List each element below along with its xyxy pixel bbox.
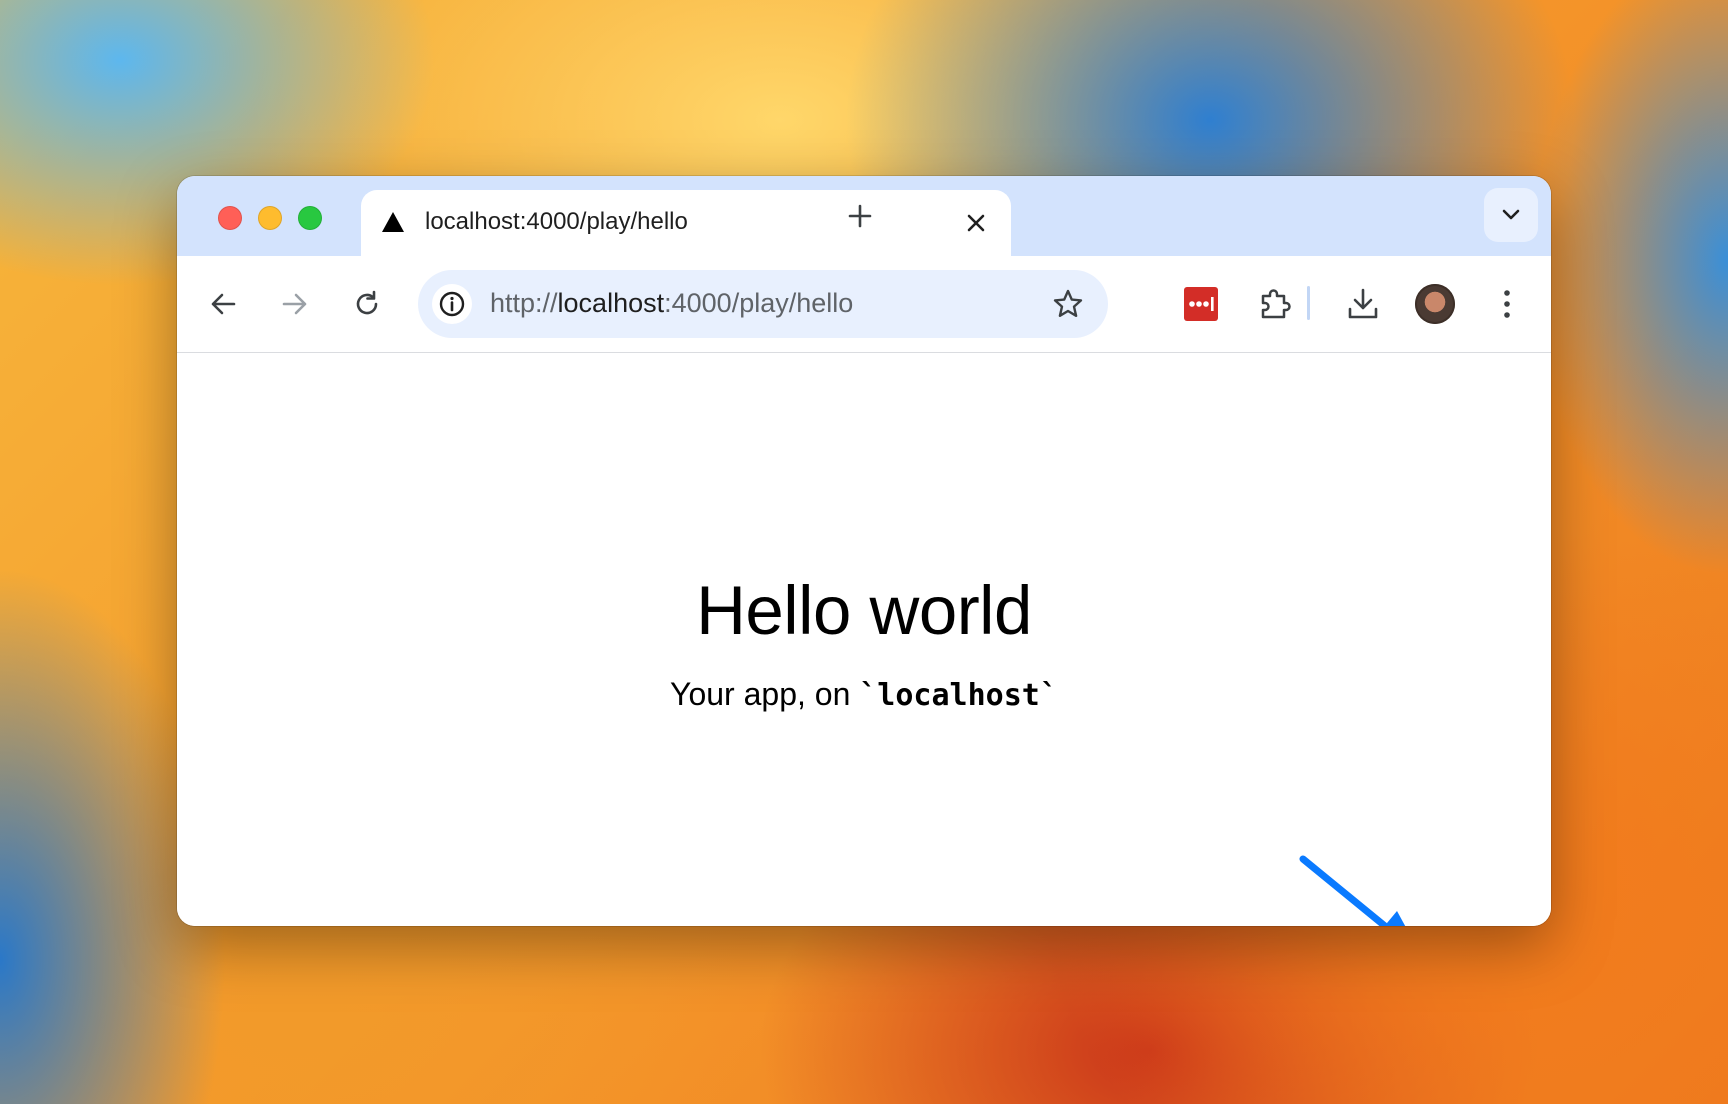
menu-button[interactable] — [1483, 280, 1531, 328]
tab-close-button[interactable] — [957, 204, 995, 242]
tab-search-button[interactable] — [1484, 188, 1538, 242]
bookmark-button[interactable] — [1048, 284, 1088, 324]
tab-strip: localhost:4000/play/hello — [177, 176, 1551, 256]
pointer-arrow-icon — [1299, 855, 1406, 926]
url-path: :4000/play/hello — [664, 288, 854, 318]
subtitle-text: Your app, on — [670, 676, 860, 712]
chevron-down-icon — [1502, 209, 1520, 220]
subtitle-code: `localhost` — [859, 678, 1058, 713]
toolbar-separator — [1307, 286, 1310, 320]
lastpass-icon — [1184, 287, 1218, 321]
forward-button[interactable] — [271, 280, 319, 328]
page-subtitle: Your app, on `localhost` — [177, 676, 1551, 713]
window-minimize-button[interactable] — [258, 206, 282, 230]
page-content: Hello world Your app, on `localhost` — [177, 353, 1551, 926]
extensions-button[interactable] — [1251, 280, 1299, 328]
triangle-icon — [382, 212, 404, 232]
url-host: localhost — [557, 288, 665, 318]
downloads-button[interactable] — [1339, 280, 1387, 328]
info-icon — [439, 291, 465, 317]
star-icon — [1053, 289, 1083, 317]
site-info-button[interactable] — [432, 284, 472, 324]
browser-window: localhost:4000/play/hello http://localho… — [177, 176, 1551, 926]
reload-button[interactable] — [343, 280, 391, 328]
lastpass-extension-button[interactable] — [1177, 280, 1225, 328]
profile-avatar[interactable] — [1415, 284, 1455, 324]
forward-icon — [282, 293, 307, 315]
window-close-button[interactable] — [218, 206, 242, 230]
kebab-menu-icon — [1504, 290, 1510, 318]
puzzle-icon — [1261, 289, 1291, 319]
tab-title: localhost:4000/play/hello — [425, 208, 688, 235]
download-icon — [1348, 288, 1378, 319]
page-heading: Hello world — [696, 572, 1032, 649]
reload-icon — [356, 290, 378, 315]
plus-icon — [848, 204, 872, 228]
active-tab[interactable]: localhost:4000/play/hello — [361, 190, 1011, 256]
back-button[interactable] — [199, 280, 247, 328]
url-text: http://localhost:4000/play/hello — [490, 288, 853, 319]
url-scheme: http:// — [490, 288, 558, 318]
back-icon — [211, 293, 236, 315]
close-icon — [967, 214, 985, 232]
new-tab-button[interactable] — [840, 196, 880, 236]
toolbar: http://localhost:4000/play/hello — [177, 256, 1551, 353]
window-maximize-button[interactable] — [298, 206, 322, 230]
address-bar[interactable]: http://localhost:4000/play/hello — [418, 270, 1108, 338]
